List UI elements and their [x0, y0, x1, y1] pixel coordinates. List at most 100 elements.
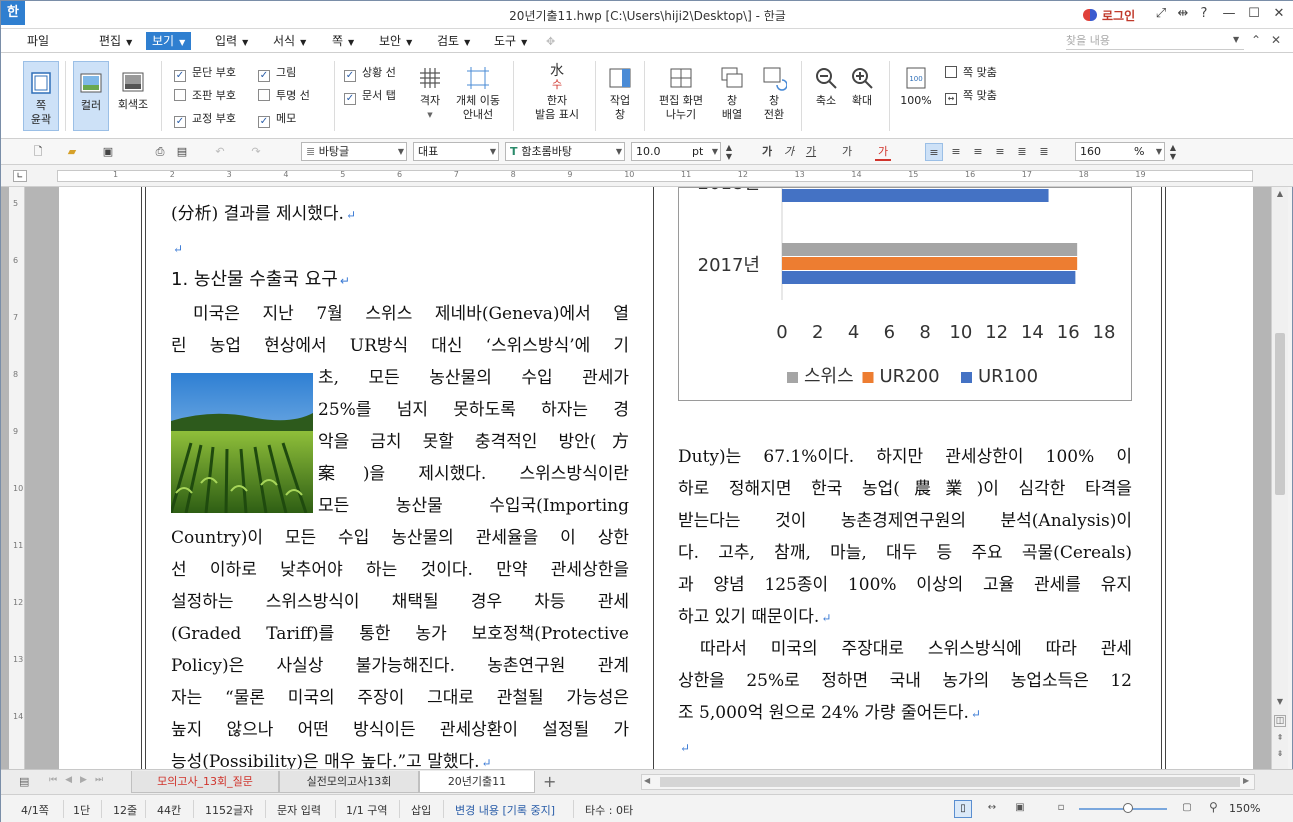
- check-control-mark[interactable]: 조판 부호: [174, 88, 236, 104]
- status-zoom[interactable]: 150%: [1229, 802, 1260, 815]
- redo-icon[interactable]: ↷: [247, 143, 265, 161]
- vertical-ruler[interactable]: 5 6 7 8 9 10 11 12 13 14: [9, 187, 25, 769]
- view-normal-icon[interactable]: ▯: [954, 800, 972, 818]
- status-track-changes[interactable]: 변경 내용 [기록 중지]: [455, 802, 555, 818]
- zoom-in-small-icon[interactable]: ▢: [1179, 800, 1195, 816]
- align-divide-icon[interactable]: ≣: [1035, 143, 1053, 161]
- tab-20-exam-11[interactable]: 20년기출11: [419, 771, 535, 793]
- menu-view[interactable]: 보기 ▼: [146, 32, 192, 50]
- save-icon[interactable]: ▣: [99, 143, 117, 161]
- zoom-input[interactable]: 160% ▼: [1075, 142, 1165, 161]
- check-transparent-line[interactable]: 투명 선: [258, 88, 310, 104]
- align-distribute-icon[interactable]: ≣: [1013, 143, 1031, 161]
- zoom-spinner[interactable]: ▲ ▼: [1167, 143, 1179, 161]
- bold-button[interactable]: 가: [759, 143, 775, 161]
- maximize-icon[interactable]: ☐: [1244, 5, 1264, 23]
- color-view-button[interactable]: 컬러: [73, 61, 109, 131]
- view-page-icon[interactable]: ▣: [1011, 800, 1029, 818]
- bar-chart[interactable]: 2018년 2017년 0 2 4 6 8 10 12 14 16 18 스위스 UR200 UR100: [678, 187, 1132, 401]
- grayscale-button[interactable]: 회색조: [114, 61, 152, 131]
- minimize-icon[interactable]: —: [1219, 5, 1239, 23]
- undo-icon[interactable]: ↶: [211, 143, 229, 161]
- ribbon-collapse-icon[interactable]: ⌃: [1251, 33, 1261, 47]
- work-window-button[interactable]: 작업 창: [603, 65, 637, 131]
- font-color-button[interactable]: 가: [875, 143, 891, 161]
- scroll-thumb[interactable]: [1275, 333, 1285, 495]
- next-page-icon[interactable]: ⇟: [1274, 749, 1286, 761]
- page-outline-button[interactable]: 쪽 윤곽: [23, 61, 59, 131]
- ribbon-toggle-icon[interactable]: ⇹: [1173, 5, 1193, 23]
- check-paragraph-mark[interactable]: ✓ 문단 부호: [174, 65, 236, 82]
- find-dropdown-icon[interactable]: ▼: [1233, 35, 1239, 44]
- new-document-icon[interactable]: 🗋: [29, 143, 47, 161]
- outline-select[interactable]: 대표 ▼: [413, 142, 499, 161]
- view-width-icon[interactable]: ↔: [983, 800, 1001, 818]
- status-input-mode[interactable]: 문자 입력: [277, 802, 321, 818]
- tab-practice-exam-13[interactable]: 실전모의고사13회: [279, 771, 419, 793]
- check-doc-tab[interactable]: ✓ 문서 탭: [344, 88, 396, 105]
- zoom-100-button[interactable]: 100 100%: [897, 65, 935, 131]
- print-icon[interactable]: ⎙: [151, 143, 169, 161]
- menu-tools[interactable]: 도구 ▼: [488, 32, 533, 50]
- menu-page[interactable]: 쪽 ▼: [326, 32, 360, 50]
- align-center-icon[interactable]: ≡: [969, 143, 987, 161]
- style-select[interactable]: ≣ 바탕글 ▼: [301, 142, 407, 161]
- scroll-down-icon[interactable]: ▼: [1274, 697, 1286, 709]
- grid-button[interactable]: 격자 ▼: [413, 65, 447, 131]
- fit-page-button[interactable]: 쪽 맞춤: [945, 65, 997, 81]
- check-memo[interactable]: ✓ 메모: [258, 111, 296, 128]
- tab-list-icon[interactable]: ▤: [19, 775, 29, 788]
- font-size-input[interactable]: 10.0 pt ▼: [631, 142, 721, 161]
- magnifier-icon[interactable]: ⚲: [1209, 800, 1218, 814]
- status-insert-mode[interactable]: 삽입: [411, 802, 431, 818]
- tab-nav-arrows-icon[interactable]: ⏮◀▶⏭: [49, 775, 111, 785]
- menu-format[interactable]: 서식 ▼: [267, 32, 312, 50]
- check-picture[interactable]: ✓ 그림: [258, 65, 296, 82]
- underline-button[interactable]: 가: [803, 143, 819, 161]
- prev-page-icon[interactable]: ⇞: [1274, 733, 1286, 745]
- split-screen-button[interactable]: 편집 화면 나누기: [654, 65, 708, 131]
- font-select[interactable]: T 함초롬바탕 ▼: [505, 142, 625, 161]
- menu-review[interactable]: 검토 ▼: [431, 32, 476, 50]
- menu-insert[interactable]: 입력 ▼: [209, 32, 254, 50]
- hanja-pronunciation-button[interactable]: 水수 한자 발음 표시: [527, 64, 587, 131]
- tab-mock-exam-13-question[interactable]: 모의고사_13회_질문: [131, 771, 279, 793]
- zoom-out-small-icon[interactable]: ▫: [1053, 800, 1069, 816]
- zoom-in-button[interactable]: 확대: [845, 65, 879, 131]
- vertical-scrollbar[interactable]: ▲ ▼ ◫ ⇞ ⇟: [1271, 187, 1288, 769]
- help-button[interactable]: ?: [1194, 5, 1214, 23]
- align-justify-icon[interactable]: ≡: [925, 143, 943, 161]
- close-icon[interactable]: ✕: [1269, 5, 1289, 23]
- horizontal-scrollbar[interactable]: ◀ ▶: [641, 774, 1255, 790]
- add-tab-button[interactable]: +: [543, 772, 556, 791]
- arrange-window-button[interactable]: 창 배열: [714, 65, 750, 131]
- horizontal-ruler[interactable]: ∟ 1 2 3 4 5 6 7 8 9 10 11 12 13 14 15 16 17 18 19: [1, 165, 1293, 187]
- zoom-slider-thumb[interactable]: [1123, 803, 1133, 813]
- page-nav-icon[interactable]: ◫: [1274, 715, 1286, 727]
- font-size-spinner[interactable]: ▲ ▼: [723, 143, 735, 161]
- strikethrough-button[interactable]: 가: [839, 143, 855, 161]
- align-left-icon[interactable]: ≡: [947, 143, 965, 161]
- scroll-right-icon[interactable]: ▶: [1243, 776, 1249, 785]
- scroll-left-icon[interactable]: ◀: [644, 776, 650, 785]
- tab-type-icon[interactable]: ∟: [13, 170, 27, 182]
- switch-window-button[interactable]: 창 전환: [756, 65, 792, 131]
- check-proof-mark[interactable]: ✓ 교정 부호: [174, 111, 236, 128]
- menu-edit[interactable]: 편집 ▼: [93, 32, 138, 50]
- fit-width-button[interactable]: ↔ 쪽 맞춤: [945, 88, 997, 105]
- status-page[interactable]: 4/1쪽: [21, 802, 49, 818]
- document-page[interactable]: (分析) 결과를 제시했다. ↵ ↵ 1. 농산물 수출국 요구 ↵ 미국은 지난 …: [59, 187, 1253, 769]
- field-photo[interactable]: [169, 373, 313, 514]
- print-preview-icon[interactable]: ▤: [173, 143, 191, 161]
- italic-button[interactable]: 가: [781, 143, 797, 161]
- find-input[interactable]: 찾을 내용: [1066, 32, 1244, 50]
- open-folder-icon[interactable]: ▰: [63, 143, 81, 161]
- fullscreen-icon[interactable]: ⤢: [1151, 5, 1171, 23]
- zoom-out-button[interactable]: 축소: [809, 65, 843, 131]
- check-status-line[interactable]: ✓ 상황 선: [344, 65, 396, 82]
- doc-close-icon[interactable]: ✕: [1271, 33, 1281, 47]
- extension-icon[interactable]: ✥: [546, 35, 560, 48]
- menu-file[interactable]: 파일: [21, 32, 55, 50]
- menu-security[interactable]: 보안 ▼: [373, 32, 418, 50]
- align-right-icon[interactable]: ≡: [991, 143, 1009, 161]
